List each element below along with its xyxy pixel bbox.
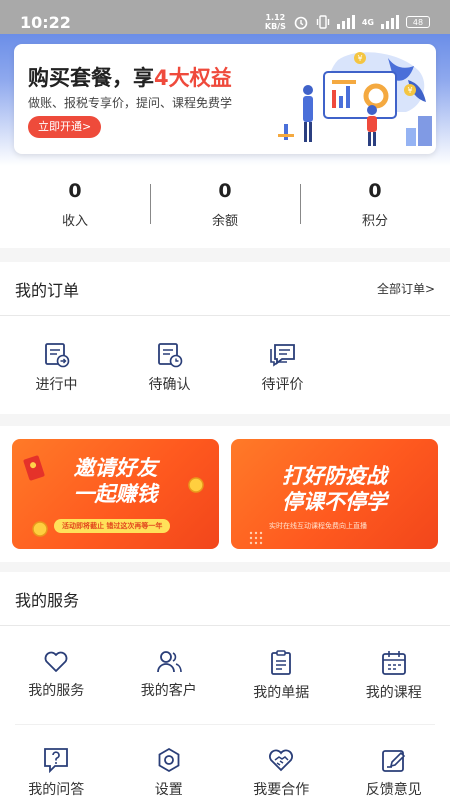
promo-banner[interactable]: 购买套餐，享4大权益 做账、报税专享价，提问、课程免费学 立即开通> ¥ ¥ — [14, 44, 436, 154]
promo-title: 购买套餐，享4大权益 — [28, 66, 232, 90]
dot-grid-icon — [249, 531, 263, 545]
stat-points[interactable]: 0 积分 — [300, 166, 450, 248]
services-section: 我的服务 我的服务 我的客户 我的单据 我的课程 我的问答 设置 我要合作 反馈… — [0, 572, 450, 800]
services-row-2: 我的问答 设置 我要合作 反馈意见 — [0, 725, 450, 800]
banner-title-line1: 邀请好友 — [73, 456, 158, 480]
stay-learning-banner[interactable]: 打好防疫战 停课不停学 实时在线互动课程免费向上直播 — [231, 439, 438, 549]
item-label: 设置 — [154, 782, 183, 798]
item-label: 待评价 — [261, 377, 304, 393]
svg-text:¥: ¥ — [408, 86, 413, 95]
service-settings[interactable]: 设置 — [113, 725, 226, 800]
account-stats: 0 收入 0 余额 0 积分 — [0, 166, 450, 248]
signal-icon — [336, 15, 355, 29]
settings-icon — [158, 747, 180, 773]
banner-tag: 实时在线互动课程免费向上直播 — [269, 522, 367, 530]
order-pending[interactable]: 待确认 — [113, 316, 226, 412]
item-label: 我要合作 — [253, 782, 310, 798]
service-my-qa[interactable]: 我的问答 — [0, 725, 113, 800]
battery-icon: 48 — [406, 16, 430, 28]
section-title: 我的订单 — [15, 280, 80, 300]
banner-title-line2: 停课不停学 — [282, 490, 387, 514]
stat-label: 收入 — [61, 214, 88, 229]
invite-friends-banner[interactable]: 邀请好友 一起赚钱 活动即将截止 错过这次再等一年 — [12, 439, 219, 549]
services-row-1: 我的服务 我的客户 我的单据 我的课程 — [0, 626, 450, 724]
order-in-progress-icon — [44, 343, 69, 368]
promo-subtitle: 做账、报税专享价，提问、课程免费学 — [28, 96, 233, 110]
item-label: 待确认 — [148, 377, 191, 393]
signal-4g-icon — [381, 15, 399, 29]
handshake-icon — [269, 749, 294, 772]
heart-icon — [44, 651, 68, 672]
item-label: 我的客户 — [140, 683, 197, 699]
status-icons: 1.12 KB/S 4G 48 — [265, 13, 430, 31]
services-header: 我的服务 — [0, 572, 450, 626]
service-my-courses[interactable]: 我的课程 — [338, 626, 450, 724]
activate-button[interactable]: 立即开通> — [28, 116, 102, 138]
service-cooperate[interactable]: 我要合作 — [225, 725, 338, 800]
orders-header: 我的订单 全部订单> — [0, 262, 450, 316]
stat-value: 0 — [218, 180, 232, 202]
promo-illustration: ¥ ¥ — [278, 52, 432, 146]
banner-title-line2: 一起赚钱 — [73, 482, 158, 506]
banner-title-line1: 打好防疫战 — [282, 464, 387, 488]
stat-label: 积分 — [361, 214, 388, 229]
promo-title-highlight: 4大权益 — [154, 66, 232, 90]
item-label: 我的单据 — [253, 685, 310, 701]
svg-text:¥: ¥ — [358, 54, 363, 63]
service-my-customers[interactable]: 我的客户 — [113, 626, 226, 724]
alarm-icon — [294, 16, 308, 30]
stat-value: 0 — [368, 180, 382, 202]
coin-icon — [32, 521, 48, 537]
service-my-services[interactable]: 我的服务 — [0, 626, 113, 724]
item-label: 我的问答 — [28, 782, 85, 798]
status-time: 10:22 — [20, 12, 71, 32]
item-label: 反馈意见 — [365, 782, 422, 798]
order-status-row: 进行中 待确认 待评价 — [0, 316, 450, 412]
stat-value: 0 — [68, 180, 82, 202]
section-title: 我的服务 — [15, 590, 80, 610]
calendar-icon — [381, 651, 406, 675]
question-icon — [44, 748, 69, 773]
vibrate-icon — [316, 15, 330, 29]
promo-banners: 邀请好友 一起赚钱 活动即将截止 错过这次再等一年 打好防疫战 停课不停学 实时… — [0, 426, 450, 562]
network-type: 4G — [361, 17, 374, 27]
all-orders-link[interactable]: 全部订单> — [377, 280, 435, 297]
order-pending-icon — [157, 343, 182, 368]
orders-section: 我的订单 全部订单> 进行中 待确认 待评价 — [0, 262, 450, 414]
order-review-icon — [269, 344, 295, 367]
feedback-icon — [381, 750, 405, 772]
item-label: 我的课程 — [365, 685, 422, 701]
service-my-documents[interactable]: 我的单据 — [225, 626, 338, 724]
order-review[interactable]: 待评价 — [226, 316, 339, 412]
stat-income[interactable]: 0 收入 — [0, 166, 150, 248]
network-speed: 1.12 KB/S — [264, 13, 286, 31]
stat-balance[interactable]: 0 余额 — [150, 166, 300, 248]
item-label: 进行中 — [35, 377, 78, 393]
item-label: 我的服务 — [28, 683, 85, 699]
stat-label: 余额 — [211, 214, 238, 229]
customers-icon — [156, 651, 182, 673]
document-icon — [271, 650, 292, 675]
order-in-progress[interactable]: 进行中 — [0, 316, 113, 412]
service-feedback[interactable]: 反馈意见 — [338, 725, 450, 800]
banner-tag: 活动即将截止 错过这次再等一年 — [54, 519, 171, 533]
